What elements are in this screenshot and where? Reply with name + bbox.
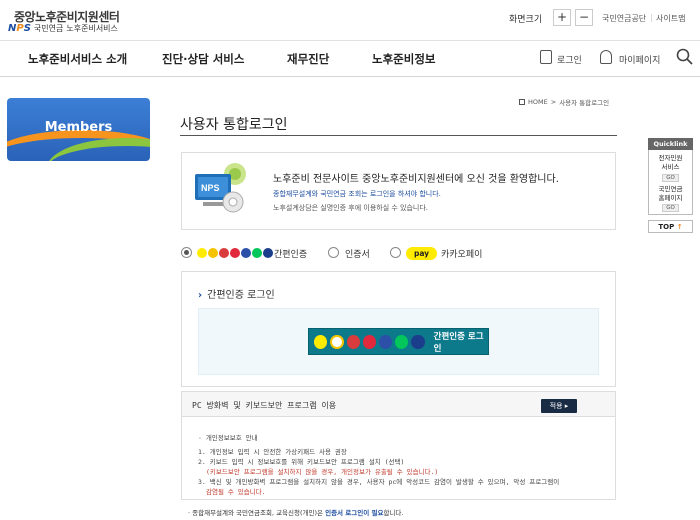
security-title: PC 방화벽 및 키보드보안 프로그램 이용 — [192, 401, 337, 410]
easy-auth-label[interactable]: 간편인증 — [274, 247, 307, 260]
welcome-message: 노후준비 전문사이트 중앙노후준비지원센터에 오신 것을 환영합니다. — [273, 174, 559, 185]
security-line: 3. 백신 및 개인방화벽 프로그램을 설치하지 않을 경우, 사용자 pc에 … — [198, 478, 560, 486]
security-line: 감염될 수 있습니다. — [206, 488, 266, 496]
cert-radio[interactable] — [328, 247, 339, 258]
kb-icon — [411, 334, 425, 349]
divider: | — [650, 13, 653, 22]
shinhan-icon — [241, 248, 251, 258]
members-label: Members — [44, 120, 113, 135]
shinhan-icon — [379, 334, 393, 349]
nav-bottom-divider — [0, 76, 700, 77]
title-divider — [180, 135, 617, 136]
payco-icon — [219, 248, 229, 258]
kakaopay-label[interactable]: 카카오페이 — [441, 247, 482, 260]
cert-label[interactable]: 인증서 — [345, 247, 370, 260]
sub-brand: 국민연금 — [33, 24, 64, 33]
sub-text: 노후준비서비스 — [66, 24, 118, 33]
top-button[interactable]: TOP ↑ — [648, 220, 693, 233]
toss-icon — [208, 248, 218, 258]
breadcrumb-separator: > — [550, 98, 557, 106]
site-subtitle: NPS 국민연금 노후준비서비스 — [8, 23, 118, 34]
welcome-note-2: 노후설계상담은 실명인증 후에 이용하실 수 있습니다. — [273, 204, 429, 212]
pass-icon — [362, 334, 377, 349]
easy-auth-button-label: 간편인증 로그인 — [433, 331, 484, 354]
mypage-link[interactable]: 마이페이지 — [619, 53, 660, 66]
nav-top-divider — [0, 40, 700, 41]
security-line: · 개인정보보호 안내 — [198, 434, 258, 442]
zoom-out-button[interactable]: − — [575, 9, 593, 26]
font-size-label: 화면크기 — [509, 15, 543, 25]
lock-icon[interactable] — [540, 50, 552, 64]
members-banner: Members — [7, 98, 150, 161]
security-line: (키보드보안 프로그램을 설치하지 않을 경우, 개인정보가 유출될 수 있습니… — [206, 468, 439, 476]
easy-auth-panel-title: › 간편인증 로그인 — [198, 290, 275, 301]
easy-auth-provider-icons — [197, 248, 273, 258]
naver-icon — [395, 334, 409, 349]
quicklink-header: Quicklink — [648, 138, 693, 150]
apply-button[interactable]: 적용 ▸ — [541, 399, 577, 413]
breadcrumb: HOME > 사용자 통합로그인 — [519, 97, 609, 107]
kb-icon — [263, 248, 273, 258]
welcome-note-1: 종합재무설계와 국민연금 조회는 로그인을 하셔야 합니다. — [273, 190, 441, 198]
breadcrumb-home[interactable]: HOME — [528, 98, 548, 106]
login-link[interactable]: 로그인 — [557, 53, 582, 66]
kakao-icon — [314, 334, 328, 349]
quicklink-item-minwon[interactable]: 전자민원 서비스 — [650, 154, 691, 172]
security-line: 2. 키보드 입력 시 정보보호를 위해 키보드보안 프로그램 설치 (선택) — [198, 458, 405, 466]
search-icon[interactable] — [676, 48, 693, 65]
zoom-in-button[interactable]: + — [553, 9, 571, 26]
nav-item-service-intro[interactable]: 노후준비서비스 소개 — [28, 51, 127, 67]
payco-icon — [346, 334, 360, 349]
user-icon[interactable] — [600, 50, 612, 64]
page-title: 사용자 통합로그인 — [180, 117, 288, 133]
kakao-icon — [197, 248, 207, 258]
footnote: · 종합재무설계와 국민연금조회, 교육신청(개인)은 인증서 로그인이 필요합… — [188, 509, 404, 517]
security-line: 1. 개인정보 입력 시 안전한 가상키패드 사용 권장 — [198, 448, 347, 456]
naver-icon — [252, 248, 262, 258]
toss-icon — [330, 334, 344, 349]
nav-item-info[interactable]: 노후준비정보 — [372, 51, 435, 67]
breadcrumb-current: 사용자 통합로그인 — [559, 99, 610, 107]
sitemap-link[interactable]: 사이트맵 — [656, 13, 685, 24]
quicklink-item-nps[interactable]: 국민연금 홈페이지 — [650, 185, 691, 203]
home-icon — [519, 99, 525, 105]
easy-auth-login-button[interactable]: 간편인증 로그인 — [308, 328, 489, 355]
nps-badge-text: NPS — [201, 183, 220, 193]
pass-icon — [230, 248, 240, 258]
kakaopay-badge: pay — [406, 247, 437, 260]
nps-link[interactable]: 국민연금공단 — [602, 13, 646, 24]
nav-item-consulting[interactable]: 진단·상담 서비스 — [162, 51, 244, 67]
kakaopay-radio[interactable] — [390, 247, 401, 258]
chevron-right-icon: › — [198, 290, 203, 301]
quicklink-go-button[interactable]: GO — [662, 204, 679, 212]
computer-icon: NPS — [195, 163, 246, 213]
nps-logo-icon: NPS — [8, 23, 31, 34]
nav-item-financial[interactable]: 재무진단 — [287, 51, 329, 67]
quicklink-go-button[interactable]: GO — [662, 174, 679, 182]
easy-auth-radio[interactable] — [181, 247, 192, 258]
